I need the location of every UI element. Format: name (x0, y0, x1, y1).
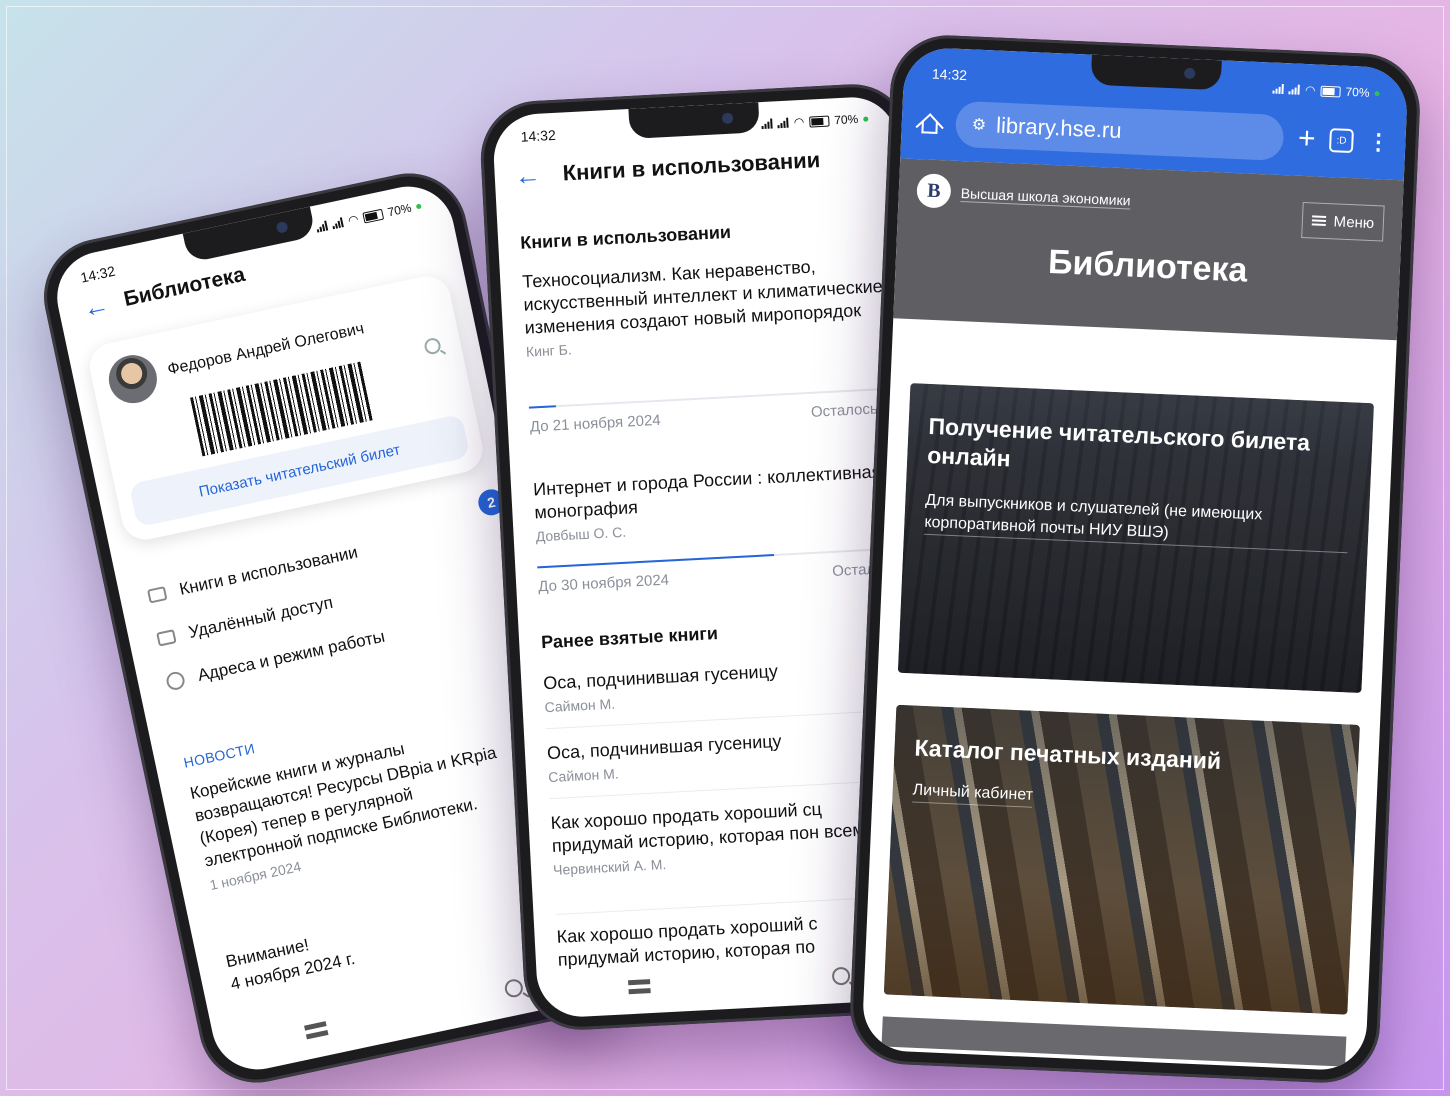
tabs-icon[interactable]: :D (1328, 128, 1354, 154)
signal-icon (316, 220, 329, 233)
site-name-link[interactable]: Высшая школа экономики (960, 185, 1131, 210)
promo-card-catalog[interactable]: Каталог печатных изданий Личный кабинет (883, 704, 1360, 1015)
phone3-screen: 14:32 ◠ 70% ⚙ library.hse.ru + :D ⋮ B Вы… (861, 46, 1409, 1072)
section-heading-current: Книги в использовании (519, 221, 732, 253)
promo-subtitle: Для выпускников и слушателей (не имеющих… (923, 489, 1350, 554)
hse-logo-icon[interactable]: B (916, 173, 952, 209)
clock-icon (164, 670, 187, 692)
book-item[interactable]: Интернет и города России : коллективная … (533, 460, 896, 544)
status-time: 14:32 (520, 126, 557, 145)
search-icon[interactable] (831, 966, 851, 986)
promo-title: Каталог печатных изданий (913, 734, 1222, 774)
status-time: 14:32 (931, 65, 968, 84)
wifi-icon: ◠ (346, 211, 360, 228)
book-icon (147, 586, 168, 604)
promo-card-reader-ticket[interactable]: Получение читательского билета онлайн Дл… (897, 383, 1375, 694)
book-item[interactable]: Техносоциализм. Как неравенство, искусст… (521, 252, 886, 359)
book-item[interactable]: Как хорошо продать хороший сц придумай и… (550, 795, 883, 878)
news-item[interactable]: Внимание! 4 ноября 2024 г. (224, 884, 547, 996)
site-page-title: Библиотека (1047, 242, 1249, 290)
home-tab-icon[interactable] (628, 979, 651, 995)
zoom-icon[interactable] (423, 336, 443, 356)
signal-icon (761, 118, 774, 130)
library-card: Федоров Андрей Олегович Показать читател… (85, 271, 487, 544)
menu-button[interactable]: Меню (1301, 201, 1385, 242)
signal-icon-2 (331, 217, 345, 230)
book-item[interactable]: Оса, подчинившая гусеницу Саймон М. (543, 653, 905, 715)
battery-icon (809, 115, 830, 128)
new-tab-icon[interactable]: + (1297, 122, 1316, 156)
menu-list: Книги в использовании Удалённый доступ А… (144, 501, 520, 704)
book-item[interactable]: Оса, подчинившая гусеницу Саймон М. (546, 723, 908, 785)
url-text: library.hse.ru (995, 112, 1123, 143)
wifi-icon: ◠ (793, 114, 805, 130)
indicator-dot-icon (1374, 90, 1380, 96)
wifi-icon: ◠ (1304, 82, 1316, 98)
more-options-icon[interactable]: ⋮ (1367, 129, 1390, 155)
promo-title: Получение читательского билета онлайн (926, 412, 1311, 472)
indicator-dot-icon (415, 203, 422, 209)
section-heading-previous: Ранее взятые книги (540, 623, 719, 653)
home-tab-icon[interactable] (304, 1021, 329, 1040)
status-time: 14:32 (79, 262, 117, 286)
battery-icon (362, 208, 385, 224)
battery-level: 70% (833, 112, 859, 128)
monitor-icon (156, 629, 177, 647)
back-arrow-icon[interactable]: ← (80, 289, 112, 324)
site-settings-icon[interactable]: ⚙ (971, 114, 986, 135)
book-title: Техносоциализм. Как неравенство, искусст… (521, 256, 884, 338)
avatar (104, 350, 162, 408)
due-date: До 30 ноября 2024 (537, 571, 670, 596)
site-header: B Высшая школа экономики Меню Библиотека (893, 158, 1404, 341)
signal-icon-2 (1288, 84, 1301, 95)
promo-subtitle: Личный кабинет (912, 779, 1034, 808)
search-icon[interactable] (503, 977, 525, 999)
battery-level: 70% (1345, 84, 1370, 100)
loan-progress-fill (537, 554, 774, 569)
indicator-dot-icon (863, 115, 869, 122)
app-header: ← Книги в использовании (514, 144, 883, 191)
news-section-label: НОВОСТИ (182, 740, 257, 771)
loan-progress-fill (528, 405, 556, 409)
back-arrow-icon[interactable]: ← (514, 160, 542, 191)
next-card-peek (881, 1016, 1347, 1067)
phone-browser: 14:32 ◠ 70% ⚙ library.hse.ru + :D ⋮ B Вы… (847, 32, 1423, 1086)
hamburger-icon (1311, 215, 1326, 226)
home-icon[interactable] (917, 111, 942, 134)
signal-icon-2 (777, 117, 790, 129)
battery-level: 70% (386, 200, 413, 220)
menu-button-label: Меню (1333, 212, 1375, 232)
due-date: До 21 ноября 2024 (529, 411, 662, 436)
signal-icon (1272, 83, 1285, 95)
page-title: Книги в использовании (562, 147, 821, 186)
battery-icon (1320, 85, 1341, 98)
